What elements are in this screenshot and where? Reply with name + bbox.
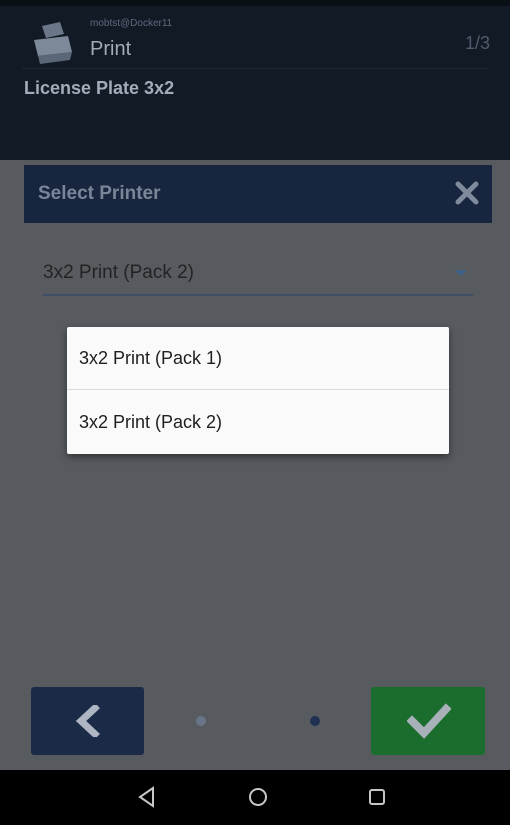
printer-select-value: 3x2 Print (Pack 2): [43, 262, 194, 283]
printer-select[interactable]: 3x2 Print (Pack 2): [43, 258, 473, 296]
dialog-header: Select Printer: [24, 165, 492, 223]
page-subtitle: License Plate 3x2: [24, 78, 175, 98]
content-overlay: [0, 160, 510, 770]
page-dot-2: [310, 716, 320, 726]
checkmark-icon: [407, 703, 451, 739]
printer-option[interactable]: 3x2 Print (Pack 1): [67, 327, 449, 390]
nav-back-icon[interactable]: [134, 784, 160, 810]
printer-option[interactable]: 3x2 Print (Pack 2): [67, 391, 449, 454]
page-counter: 1/3: [464, 33, 490, 53]
user-label: mobtst@Docker11: [90, 18, 173, 29]
printer-dropdown-menu: 3x2 Print (Pack 1) 3x2 Print (Pack 2): [67, 327, 449, 454]
app-title: Print: [90, 38, 132, 60]
close-icon[interactable]: [454, 180, 480, 206]
nav-home-icon[interactable]: [245, 784, 271, 810]
nav-recent-icon[interactable]: [364, 784, 390, 810]
chevron-down-icon: [455, 270, 467, 276]
status-bar: [0, 0, 510, 6]
page-dot-1: [196, 716, 206, 726]
back-button[interactable]: [31, 687, 144, 755]
system-nav-bar: [0, 770, 510, 825]
confirm-button[interactable]: [371, 687, 485, 755]
printer-icon: [34, 22, 72, 64]
chevron-left-icon: [75, 705, 100, 737]
app-header: mobtst@Docker11 Print 1/3 License Plate …: [0, 0, 510, 160]
header-divider: [22, 68, 488, 69]
dialog-title: Select Printer: [38, 183, 161, 204]
